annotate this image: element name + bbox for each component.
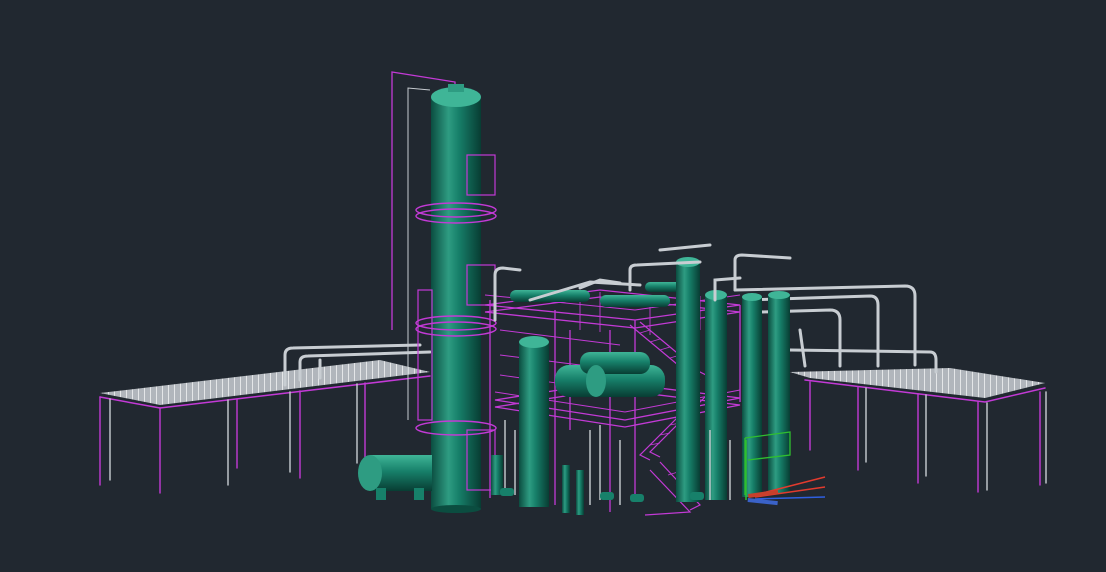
vessel-right-3-head [742,293,762,301]
drum-saddle [376,488,386,500]
model-viewport[interactable] [0,0,1106,572]
right-rack-pipes [733,284,938,374]
main-exchanger[interactable] [555,352,665,397]
vessel-right-4-head [768,291,790,299]
drum-end [358,455,382,491]
column-cap [448,84,464,92]
distillation-column[interactable] [391,71,497,513]
vessel-tall-right-1 [676,262,700,502]
drum-saddle-2 [414,488,424,500]
vessel-small-2 [576,470,584,515]
right-rack-columns-grey [865,387,1047,491]
reflux-drum[interactable] [358,455,432,500]
right-rack-columns [809,381,1041,493]
vessel-tall-right-2 [705,295,727,500]
column-shell [431,97,481,509]
vessel-center [519,342,549,507]
plant-3d-model[interactable] [0,0,1106,572]
main-exchanger-channel [586,365,606,397]
exchanger-top-2 [600,295,670,307]
exchanger-top-1 [510,290,590,302]
ucs-z-axis [754,496,826,500]
column-bottom-skirt [431,505,481,513]
exchangers-upper[interactable] [510,282,695,307]
vessel-small-1 [562,465,570,513]
vessel-center-head [519,336,549,348]
vessel-right-4 [768,295,790,493]
